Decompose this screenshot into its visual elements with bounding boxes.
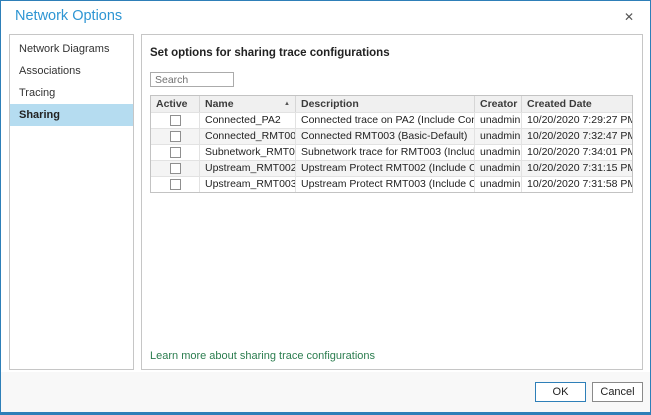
column-header-description[interactable]: Description bbox=[296, 96, 475, 112]
sidebar-item-associations[interactable]: Associations bbox=[10, 60, 133, 82]
name-cell: Connected_PA2 bbox=[200, 113, 296, 128]
description-cell: Connected trace on PA2 (Include Containe… bbox=[296, 113, 475, 128]
column-header-label: Creator bbox=[480, 98, 517, 110]
creator-cell: unadmin bbox=[475, 177, 522, 192]
column-header-label: Name bbox=[205, 98, 234, 110]
table-header-row: Active Name ▲ Description Creator Created Dat… bbox=[151, 96, 632, 112]
active-checkbox[interactable] bbox=[170, 115, 181, 126]
table-body: Connected_PA2Connected trace on PA2 (Inc… bbox=[151, 112, 632, 192]
table-row[interactable]: Connected_RMT003Connected RMT003 (Basic-… bbox=[151, 128, 632, 144]
close-icon[interactable]: ✕ bbox=[621, 9, 637, 25]
created-date-cell: 10/20/2020 7:32:47 PM bbox=[522, 129, 632, 144]
name-cell: Upstream_RMT003 bbox=[200, 177, 296, 192]
table-row[interactable]: Subnetwork_RMT003Subnetwork trace for RM… bbox=[151, 144, 632, 160]
column-header-name[interactable]: Name ▲ bbox=[200, 96, 296, 112]
description-cell: Upstream Protect RMT002 (Include Contain… bbox=[296, 161, 475, 176]
description-cell: Connected RMT003 (Basic-Default) bbox=[296, 129, 475, 144]
created-date-cell: 10/20/2020 7:34:01 PM bbox=[522, 145, 632, 160]
table-row[interactable]: Connected_PA2Connected trace on PA2 (Inc… bbox=[151, 112, 632, 128]
dialog-title: Network Options bbox=[15, 8, 122, 24]
active-cell bbox=[151, 113, 200, 128]
active-cell bbox=[151, 161, 200, 176]
created-date-cell: 10/20/2020 7:31:15 PM bbox=[522, 161, 632, 176]
active-cell bbox=[151, 129, 200, 144]
creator-cell: unadmin bbox=[475, 145, 522, 160]
sidebar: Network DiagramsAssociationsTracingShari… bbox=[9, 34, 134, 370]
column-header-active[interactable]: Active bbox=[151, 96, 200, 112]
column-header-creator[interactable]: Creator bbox=[475, 96, 522, 112]
active-cell bbox=[151, 177, 200, 192]
ok-button[interactable]: OK bbox=[535, 382, 586, 402]
description-cell: Upstream Protect RMT003 (Include Content… bbox=[296, 177, 475, 192]
creator-cell: unadmin bbox=[475, 129, 522, 144]
table-row[interactable]: Upstream_RMT003Upstream Protect RMT003 (… bbox=[151, 176, 632, 192]
column-header-label: Active bbox=[156, 98, 188, 110]
cancel-button[interactable]: Cancel bbox=[592, 382, 643, 402]
creator-cell: unadmin bbox=[475, 113, 522, 128]
active-checkbox[interactable] bbox=[170, 179, 181, 190]
column-header-created-date[interactable]: Created Date bbox=[522, 96, 632, 112]
name-cell: Subnetwork_RMT003 bbox=[200, 145, 296, 160]
title-bar: Network Options ✕ bbox=[1, 1, 650, 33]
search-input[interactable] bbox=[150, 72, 234, 87]
created-date-cell: 10/20/2020 7:29:27 PM bbox=[522, 113, 632, 128]
name-cell: Upstream_RMT002 bbox=[200, 161, 296, 176]
active-checkbox[interactable] bbox=[170, 147, 181, 158]
trace-configurations-table: Active Name ▲ Description Creator Created Dat… bbox=[150, 95, 633, 193]
panel-heading: Set options for sharing trace configurat… bbox=[150, 47, 637, 59]
sidebar-item-sharing[interactable]: Sharing bbox=[10, 104, 133, 126]
created-date-cell: 10/20/2020 7:31:58 PM bbox=[522, 177, 632, 192]
sidebar-item-tracing[interactable]: Tracing bbox=[10, 82, 133, 104]
active-checkbox[interactable] bbox=[170, 163, 181, 174]
sidebar-item-network-diagrams[interactable]: Network Diagrams bbox=[10, 38, 133, 60]
learn-more-link[interactable]: Learn more about sharing trace configura… bbox=[150, 350, 375, 362]
table-row[interactable]: Upstream_RMT002Upstream Protect RMT002 (… bbox=[151, 160, 632, 176]
name-cell: Connected_RMT003 bbox=[200, 129, 296, 144]
description-cell: Subnetwork trace for RMT003 (Include Con… bbox=[296, 145, 475, 160]
column-header-label: Description bbox=[301, 98, 359, 110]
sharing-panel: Set options for sharing trace configurat… bbox=[141, 34, 643, 370]
creator-cell: unadmin bbox=[475, 161, 522, 176]
network-options-dialog: Network Options ✕ Network DiagramsAssoci… bbox=[0, 0, 651, 415]
active-checkbox[interactable] bbox=[170, 131, 181, 142]
column-header-label: Created Date bbox=[527, 98, 592, 110]
active-cell bbox=[151, 145, 200, 160]
sort-ascending-icon: ▲ bbox=[284, 101, 290, 107]
footer-bar: OK Cancel bbox=[1, 372, 650, 412]
